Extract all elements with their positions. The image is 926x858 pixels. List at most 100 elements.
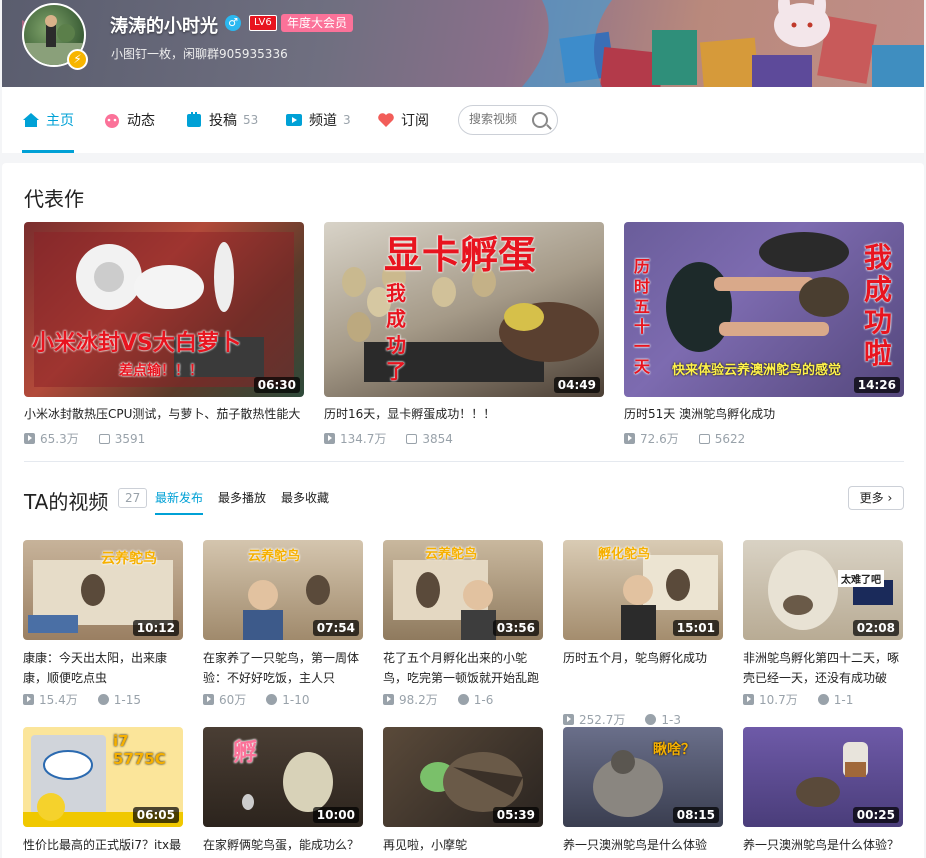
video-card[interactable]: i7 5775C 06:05 性价比最高的正式版i7？itx最: [23, 727, 183, 858]
tab-channel[interactable]: 频道 3: [285, 87, 351, 153]
video-duration: 10:00: [312, 807, 359, 823]
video-title[interactable]: 小米冰封散热压CPU测试，与萝卜、茄子散热性能大: [24, 405, 304, 422]
video-title[interactable]: 再见啦，小摩鸵: [383, 835, 543, 858]
video-card[interactable]: 云养鸵鸟 10:12 康康：今天出太阳，出来康康，顺便吃点虫 15.4万 1-1…: [23, 540, 183, 708]
video-stats: 98.2万 1-6: [383, 691, 543, 708]
video-card[interactable]: 瞅啥？ 08:15 养一只澳洲鸵鸟是什么体验: [563, 727, 723, 858]
video-title[interactable]: 历时51天 澳洲鸵鸟孵化成功: [624, 405, 904, 422]
thumbnail-caption: 云养鸵鸟: [425, 547, 478, 562]
search-icon[interactable]: [532, 112, 548, 128]
danmaku-count: 5622: [714, 431, 746, 446]
tab-home[interactable]: 主页: [22, 87, 74, 153]
video-duration: 06:30: [253, 377, 300, 393]
masterpiece-video[interactable]: 小米冰封VS大白萝卜 差点输！！！ 06:30 小米冰封散热压CPU测试，与萝卜…: [24, 222, 304, 447]
username[interactable]: 涛涛的小时光: [110, 12, 218, 38]
video-stats: 60万 1-10: [203, 691, 363, 708]
view-count: 72.6万: [640, 432, 679, 446]
video-title[interactable]: 在家孵俩鸵鸟蛋，能成功么？: [203, 835, 363, 858]
play-count-icon: [563, 714, 574, 725]
video-title[interactable]: 养一只澳洲鸵鸟是什么体验: [563, 835, 723, 858]
tab-label: 动态: [127, 113, 155, 129]
video-title[interactable]: 康康：今天出太阳，出来康康，顺便吃点虫: [23, 648, 183, 688]
more-button[interactable]: 更多 ›: [848, 486, 904, 510]
search-box: [458, 105, 558, 135]
tab-dynamic[interactable]: 动态: [103, 87, 155, 153]
vip-badge[interactable]: 年度大会员: [281, 14, 354, 32]
play-count-icon: [203, 694, 214, 705]
video-stats: 72.6万 5622: [624, 430, 904, 447]
view-count: 252.7万: [579, 713, 626, 727]
danmaku-count: 3854: [422, 431, 453, 446]
danmaku-icon: [98, 433, 110, 444]
video-card[interactable]: 云养鸵鸟 07:54 在家养了一只鸵鸟，第一周体验：不好好吃饭，主人只 60万 …: [203, 540, 363, 708]
thumbnail-caption: 小米冰封VS大白萝卜: [32, 331, 241, 356]
video-duration: 03:56: [492, 620, 539, 636]
tab-subscribe[interactable]: 订阅: [377, 87, 429, 153]
masterpiece-video[interactable]: 显卡孵蛋 我成功了 04:49 历时16天，显卡孵蛋成功！！！ 134.7万 3…: [324, 222, 604, 447]
play-count-icon: [383, 694, 394, 705]
danmaku-icon: [698, 433, 710, 444]
video-count-badge: 27: [118, 488, 148, 508]
video-thumbnail[interactable]: 05:39: [383, 727, 543, 827]
search-input[interactable]: [469, 112, 529, 126]
video-thumbnail[interactable]: 云养鸵鸟 03:56: [383, 540, 543, 640]
video-thumbnail[interactable]: 太难了吧 02:08: [743, 540, 903, 640]
section-divider: [24, 461, 904, 462]
thumbnail-caption: 孵化鸵鸟: [598, 547, 651, 562]
tab-label: 投稿: [209, 113, 237, 129]
video-card[interactable]: 05:39 再见啦，小摩鸵: [383, 727, 543, 858]
thumbnail-caption: 显卡孵蛋: [384, 233, 537, 277]
video-title[interactable]: 历时16天，显卡孵蛋成功！！！: [324, 405, 604, 422]
lightning-icon: ⚡: [67, 49, 88, 70]
video-thumbnail[interactable]: i7 5775C 06:05: [23, 727, 183, 827]
clock-icon: [817, 694, 829, 705]
video-thumbnail[interactable]: 历时五十一天 我成功啦 快来体验云养澳洲鸵鸟的感觉 14:26: [624, 222, 904, 397]
tab-label: 订阅: [401, 113, 429, 129]
thumbnail-caption: i7 5775C: [113, 732, 166, 768]
masterpiece-video[interactable]: 历时五十一天 我成功啦 快来体验云养澳洲鸵鸟的感觉 14:26 历时51天 澳洲…: [624, 222, 904, 447]
clock-icon: [645, 714, 657, 725]
video-stats: 15.4万 1-15: [23, 691, 183, 708]
video-thumbnail[interactable]: 云养鸵鸟 07:54: [203, 540, 363, 640]
sort-most-played[interactable]: 最多播放: [218, 489, 266, 506]
tab-upload[interactable]: 投稿 53: [185, 87, 258, 153]
video-date: 1-1: [833, 692, 854, 707]
video-thumbnail[interactable]: 小米冰封VS大白萝卜 差点输！！！ 06:30: [24, 222, 304, 397]
video-thumbnail[interactable]: 00:25: [743, 727, 903, 827]
video-duration: 00:25: [852, 807, 899, 823]
upload-icon: [187, 112, 201, 127]
video-stats: 65.3万 3591: [24, 430, 304, 447]
sort-latest[interactable]: 最新发布: [155, 489, 204, 515]
view-count: 10.7万: [759, 693, 798, 707]
play-count-icon: [324, 433, 335, 444]
video-thumbnail[interactable]: 显卡孵蛋 我成功了 04:49: [324, 222, 604, 397]
video-card[interactable]: 太难了吧 02:08 非洲鸵鸟孵化第四十二天，啄壳已经一天，还没有成功破 10.…: [743, 540, 903, 708]
thumbnail-caption-sub: 快来体验云养澳洲鸵鸟的感觉: [672, 363, 842, 378]
video-title[interactable]: 非洲鸵鸟孵化第四十二天，啄壳已经一天，还没有成功破: [743, 648, 903, 688]
video-card[interactable]: 孵 10:00 在家孵俩鸵鸟蛋，能成功么？: [203, 727, 363, 858]
thumbnail-caption: 云养鸵鸟: [101, 551, 157, 567]
video-duration: 10:12: [132, 620, 179, 636]
view-count: 98.2万: [399, 693, 438, 707]
video-card[interactable]: 孵化鸵鸟 15:01 历时五个月，鸵鸟孵化成功 252.7万 1-3: [563, 540, 723, 728]
danmaku-icon: [406, 433, 418, 444]
video-stats: 134.7万 3854: [324, 430, 604, 447]
video-title[interactable]: 养一只澳洲鸵鸟是什么体验？: [743, 835, 903, 858]
sort-most-favorited[interactable]: 最多收藏: [281, 489, 329, 506]
view-count: 60万: [219, 693, 247, 707]
video-title[interactable]: 在家养了一只鸵鸟，第一周体验：不好好吃饭，主人只: [203, 648, 363, 688]
video-thumbnail[interactable]: 云养鸵鸟 10:12: [23, 540, 183, 640]
thumbnail-caption-sub: 我成功了: [386, 281, 406, 383]
video-title[interactable]: 性价比最高的正式版i7？itx最: [23, 835, 183, 858]
video-title[interactable]: 花了五个月孵化出来的小鸵鸟，吃完第一顿饭就开始乱跑: [383, 648, 543, 688]
video-thumbnail[interactable]: 瞅啥？ 08:15: [563, 727, 723, 827]
video-title[interactable]: 历时五个月，鸵鸟孵化成功: [563, 648, 723, 688]
video-stats: 252.7万 1-3: [563, 711, 723, 728]
video-card[interactable]: 云养鸵鸟 03:56 花了五个月孵化出来的小鸵鸟，吃完第一顿饭就开始乱跑 98.…: [383, 540, 543, 708]
video-date: 1-6: [473, 692, 494, 707]
video-card[interactable]: 00:25 养一只澳洲鸵鸟是什么体验？: [743, 727, 903, 858]
channel-icon: [286, 114, 302, 126]
video-thumbnail[interactable]: 孵化鸵鸟 15:01: [563, 540, 723, 640]
tab-label: 主页: [46, 113, 74, 129]
video-thumbnail[interactable]: 孵 10:00: [203, 727, 363, 827]
